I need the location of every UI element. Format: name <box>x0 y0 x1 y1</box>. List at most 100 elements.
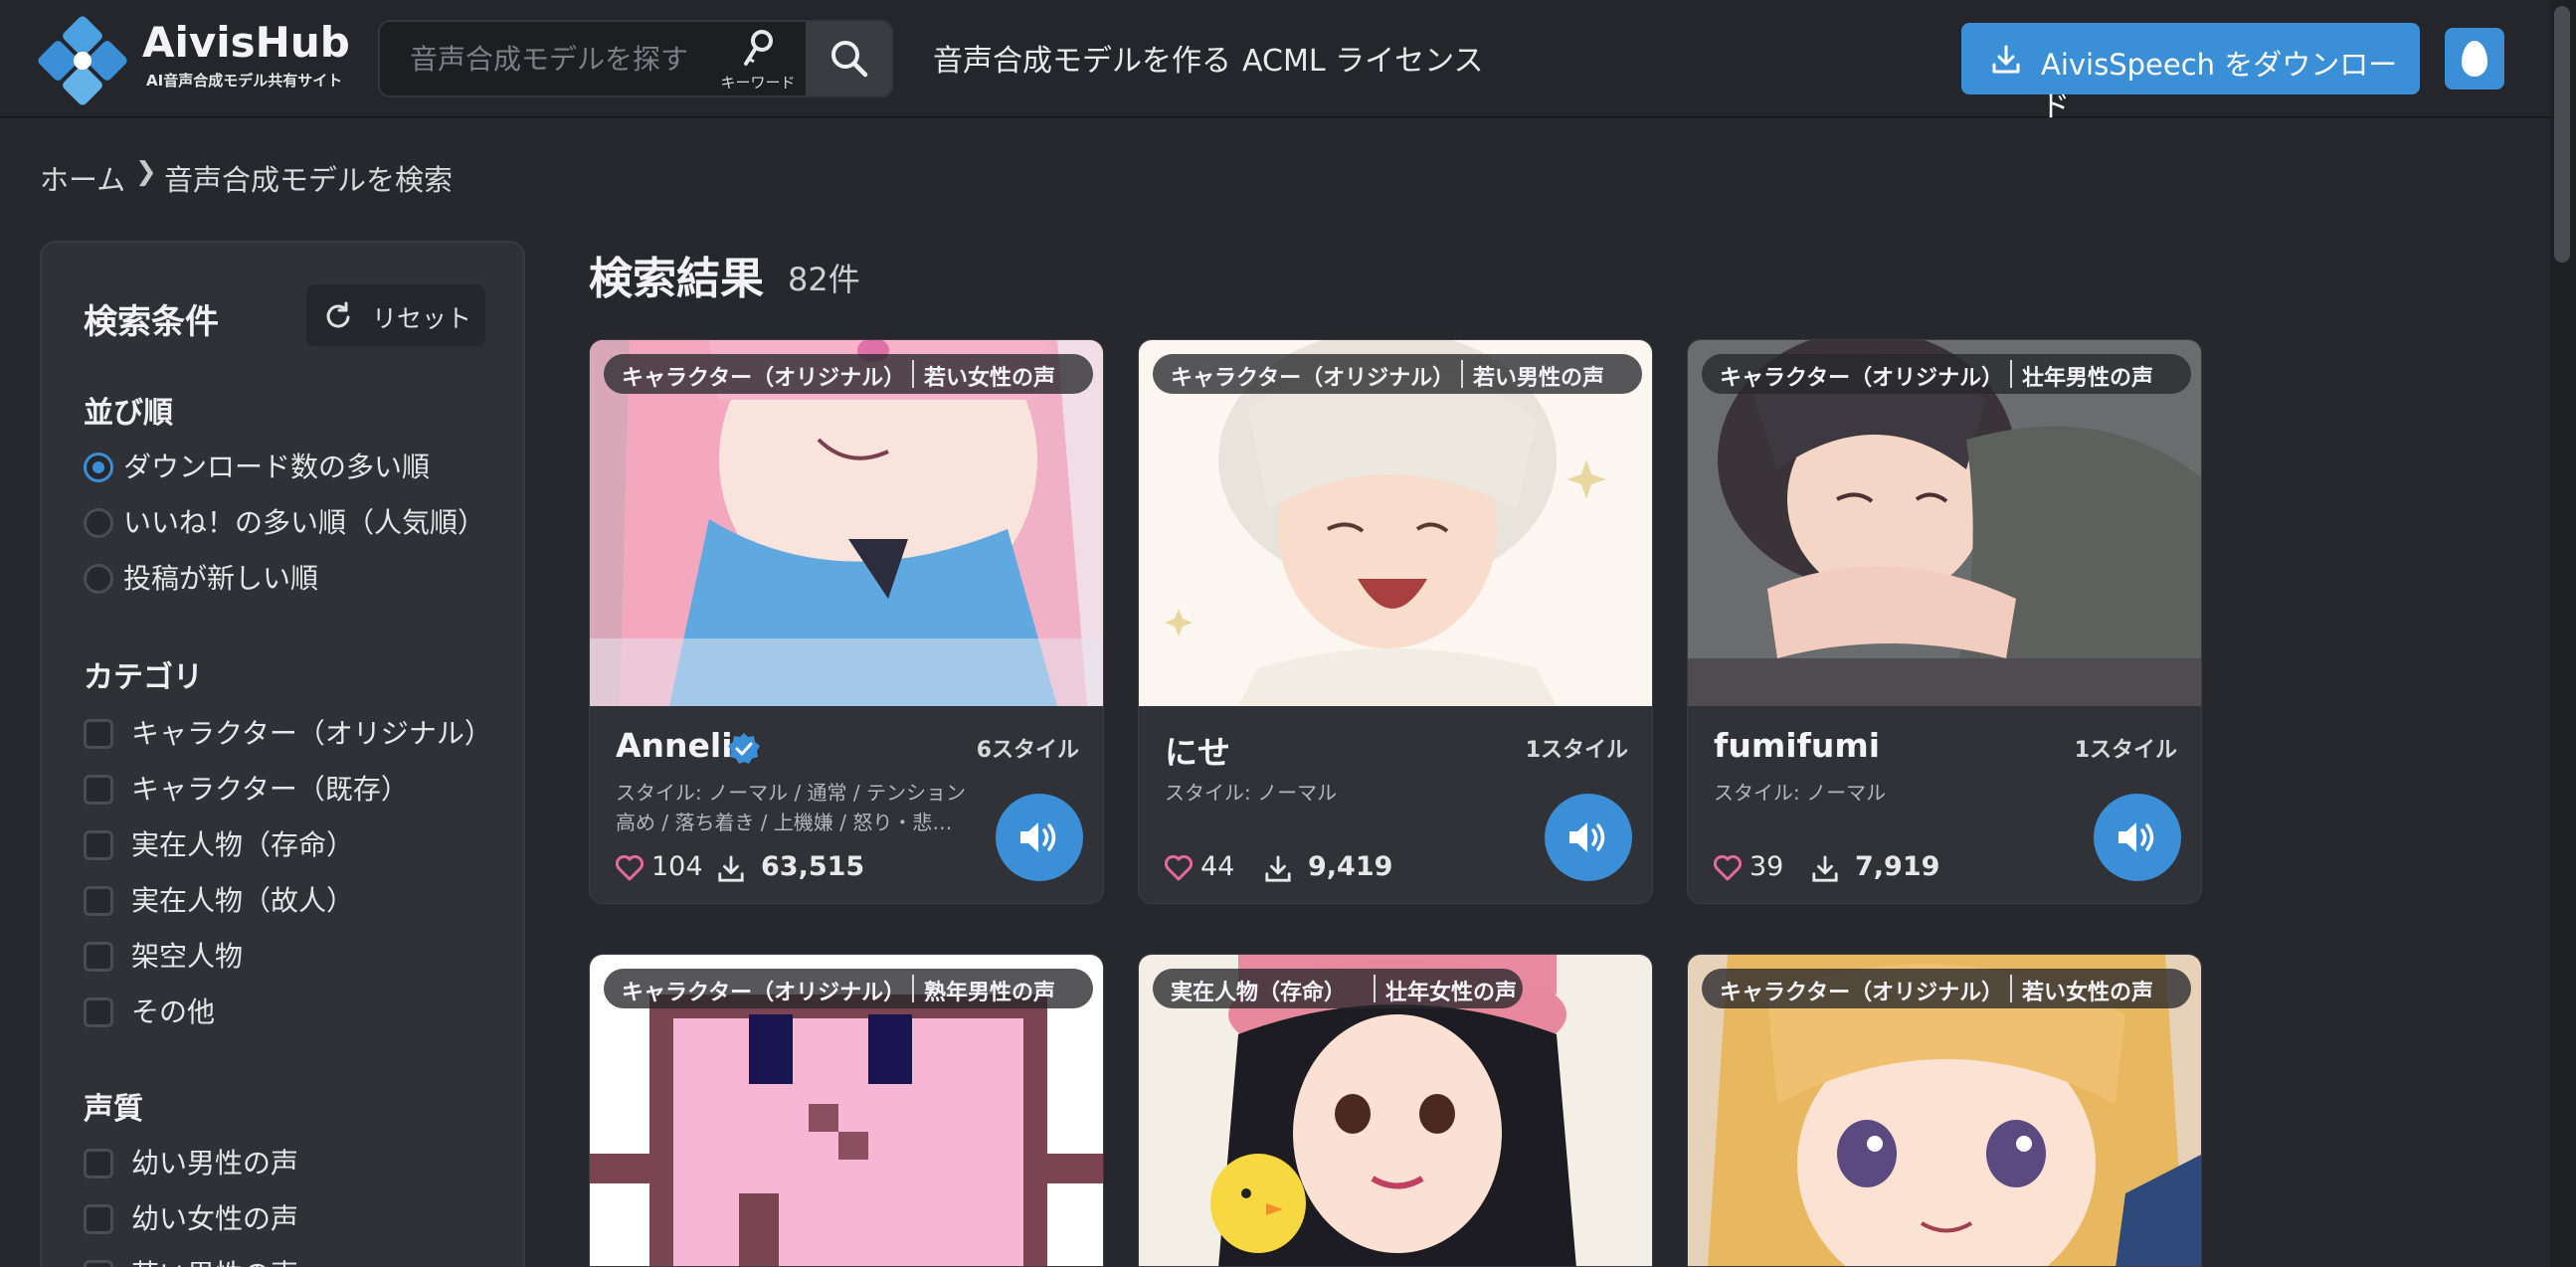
keyword-label: キーワード <box>720 74 796 91</box>
category-tags: キャラクター（オリジナル） 熟年男性の声 <box>604 969 1093 1008</box>
download-button-label: AivisSpeech をダウンロード <box>2041 48 2398 123</box>
search-input[interactable] <box>380 22 708 95</box>
category-tag: キャラクター（オリジナル） <box>1171 366 1455 391</box>
sort-option-label: いいね！の多い順（人気順） <box>123 506 486 539</box>
model-card[interactable]: キャラクター（オリジナル） 若い女性の声 <box>1687 954 2202 1267</box>
checkbox[interactable] <box>84 1204 113 1234</box>
results-title: 検索結果 <box>589 254 764 304</box>
model-thumbnail[interactable] <box>1688 340 2201 706</box>
voice-heading: 声質 <box>84 1092 143 1127</box>
category-tag: キャラクター（オリジナル） <box>1720 366 2004 391</box>
search-icon <box>831 41 868 78</box>
category-label: キャラクター（既存） <box>131 773 409 806</box>
checkbox[interactable] <box>84 719 113 749</box>
checkbox[interactable] <box>84 886 113 916</box>
download-count-icon <box>1265 855 1291 882</box>
sort-option-label: 投稿が新しい順 <box>123 562 319 595</box>
checkbox[interactable] <box>84 775 113 805</box>
checkbox[interactable] <box>84 942 113 972</box>
refresh-icon <box>326 301 350 328</box>
download-count-icon <box>718 855 744 882</box>
category-tags: 実在人物（存命） 壮年女性の声 <box>1153 969 1523 1008</box>
speaker-icon <box>1569 822 1605 852</box>
sort-heading: 並び順 <box>84 396 173 431</box>
voice-label: 幼い男性の声 <box>131 1147 299 1179</box>
download-count: 9,419 <box>1308 851 1393 882</box>
voice-label: 幼い女性の声 <box>131 1202 299 1235</box>
nav-acml-license[interactable]: ACML ライセンス <box>1242 36 1483 80</box>
voice-tag: 若い女性の声 <box>924 366 1056 391</box>
style-list: スタイル: ノーマル / 通常 / テンション高め / 落ち着き / 上機嫌 /… <box>616 781 967 834</box>
speaker-icon <box>1020 822 1056 852</box>
breadcrumb-current: 音声合成モデルを検索 <box>164 163 454 197</box>
checkbox[interactable] <box>84 997 113 1027</box>
like-count: 44 <box>1200 851 1235 882</box>
verified-badge-icon <box>728 733 760 764</box>
heart-icon[interactable] <box>1165 855 1193 881</box>
voice-tag: 熟年男性の声 <box>924 981 1056 1005</box>
breadcrumb-separator-icon: ❯ <box>135 157 157 187</box>
category-label: キャラクター（オリジナル） <box>131 717 492 750</box>
nav-create-model[interactable]: 音声合成モデルを作る <box>933 36 1231 80</box>
model-name[interactable]: fumifumi <box>1714 726 1880 765</box>
scrollbar-thumb[interactable] <box>2554 6 2570 263</box>
category-tag: キャラクター（オリジナル） <box>622 981 906 1005</box>
breadcrumb-home[interactable]: ホーム <box>40 157 125 199</box>
checkbox[interactable] <box>84 830 113 860</box>
reset-label: リセット <box>372 304 472 333</box>
voice-tag: 若い男性の声 <box>1473 366 1605 391</box>
model-thumbnail[interactable] <box>1139 340 1652 706</box>
logo-title[interactable]: AivisHub <box>142 18 350 67</box>
voice-tag: 壮年男性の声 <box>2022 366 2154 391</box>
user-menu-button[interactable] <box>2445 28 2504 90</box>
download-count: 7,919 <box>1855 851 1940 882</box>
speaker-icon <box>2118 822 2154 852</box>
heart-icon[interactable] <box>1714 855 1742 881</box>
results-count: 82件 <box>788 261 860 298</box>
download-count: 63,515 <box>761 851 865 882</box>
aivishub-logo-icon[interactable] <box>38 16 127 105</box>
model-card-anneli[interactable]: キャラクター（オリジナル） 若い女性の声 Anneli 6スタイル スタイル: … <box>589 339 1104 904</box>
search-filter-sidebar: 検索条件 リセット 並び順 ダウンロード数の多い順 いいね！の多い順（人気順） … <box>40 241 525 1267</box>
avatar-egg-icon <box>2462 41 2487 77</box>
category-label: 実在人物（存命） <box>131 828 355 861</box>
download-aivisspeech-button[interactable]: AivisSpeech をダウンロード <box>1961 23 2420 123</box>
reset-button[interactable]: リセット <box>306 284 485 346</box>
category-tag: キャラクター（オリジナル） <box>622 366 906 391</box>
style-count: 1スタイル <box>1525 738 1628 763</box>
radio[interactable] <box>84 564 113 594</box>
checkbox[interactable] <box>84 1260 113 1267</box>
style-list: スタイル: ノーマル <box>1165 781 1338 805</box>
style-count: 6スタイル <box>976 738 1079 763</box>
like-count: 39 <box>1749 851 1784 882</box>
like-count: 104 <box>651 851 703 882</box>
checkbox[interactable] <box>84 1149 113 1178</box>
style-list: スタイル: ノーマル <box>1714 781 1887 805</box>
radio-selected[interactable] <box>84 452 113 482</box>
search-button[interactable] <box>806 22 891 95</box>
model-thumbnail[interactable] <box>590 340 1103 706</box>
play-sample-button[interactable] <box>1545 794 1632 881</box>
keyword-search-toggle[interactable]: キーワード <box>708 22 808 95</box>
model-card-nise[interactable]: キャラクター（オリジナル） 若い男性の声 にせ 1スタイル スタイル: ノーマル… <box>1138 339 1653 904</box>
radio[interactable] <box>84 508 113 538</box>
top-header: AivisHub AI音声合成モデル共有サイト キーワード 音声合成モデルを作る… <box>0 0 2550 123</box>
search-box: キーワード <box>378 20 893 97</box>
model-name[interactable]: Anneli <box>616 726 733 765</box>
download-count-icon <box>1812 855 1838 882</box>
play-sample-button[interactable] <box>996 794 1083 881</box>
voice-tag: 若い女性の声 <box>2022 981 2154 1005</box>
model-card[interactable]: 実在人物（存命） 壮年女性の声 <box>1138 954 1653 1267</box>
model-card[interactable]: キャラクター（オリジナル） 熟年男性の声 <box>589 954 1104 1267</box>
play-sample-button[interactable] <box>2094 794 2181 881</box>
filter-title: 検索条件 <box>84 302 219 342</box>
category-tags: キャラクター（オリジナル） 壮年男性の声 <box>1702 354 2191 394</box>
category-tag: キャラクター（オリジナル） <box>1720 981 2004 1005</box>
model-card-fumifumi[interactable]: キャラクター（オリジナル） 壮年男性の声 fumifumi 1スタイル スタイル… <box>1687 339 2202 904</box>
category-tag: 実在人物（存命） <box>1171 981 1347 1005</box>
model-name[interactable]: にせ <box>1165 726 1230 774</box>
category-tags: キャラクター（オリジナル） 若い女性の声 <box>604 354 1093 394</box>
heart-icon[interactable] <box>616 855 644 881</box>
voice-tag: 壮年女性の声 <box>1385 981 1518 1005</box>
category-tags: キャラクター（オリジナル） 若い女性の声 <box>1702 969 2191 1008</box>
